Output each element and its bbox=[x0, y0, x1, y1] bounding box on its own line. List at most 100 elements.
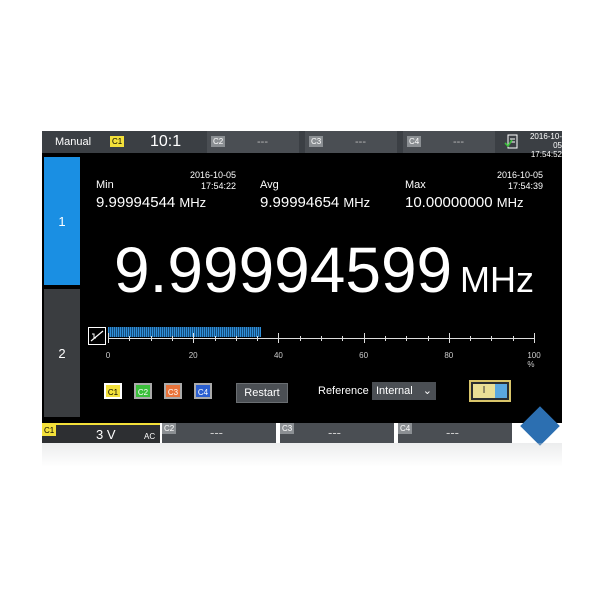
max-value-group: 10.00000000 MHz bbox=[405, 194, 523, 211]
channel3-scale: --- bbox=[328, 425, 341, 440]
channel3-tag: C3 bbox=[280, 423, 295, 434]
channel2-tag: C2 bbox=[162, 423, 177, 434]
min-value: 9.99994544 bbox=[96, 194, 176, 211]
max-time: 17:54:39 bbox=[507, 181, 543, 191]
min-timestamp: 2016-10-05 17:54:22 bbox=[190, 170, 236, 192]
tab-1[interactable]: 1 bbox=[44, 157, 80, 285]
progress-tick-label: 40 bbox=[273, 351, 283, 360]
toggle-on-indicator bbox=[495, 384, 507, 398]
channel3-badge: C3 bbox=[309, 136, 324, 147]
channel2-settings[interactable]: C2 --- bbox=[162, 423, 276, 443]
gate-progress-bar bbox=[108, 327, 262, 337]
chevron-down-icon: ⌄ bbox=[422, 385, 432, 397]
channel4-slot[interactable]: C4 --- bbox=[403, 131, 495, 153]
progress-minor-tick bbox=[235, 336, 237, 341]
tab-1-label: 1 bbox=[58, 213, 66, 229]
signal-icon bbox=[88, 327, 106, 345]
frequency-unit: MHz bbox=[460, 259, 534, 300]
system-clock: 2016-10-05 17:54:52 bbox=[522, 132, 562, 159]
channel2-select-button[interactable]: C2 bbox=[134, 383, 152, 399]
min-unit: MHz bbox=[179, 195, 207, 210]
progress-tick bbox=[534, 333, 535, 343]
progress-minor-tick bbox=[214, 336, 216, 341]
progress-minor-tick bbox=[406, 336, 408, 341]
channel4-select-button[interactable]: C4 bbox=[194, 383, 212, 399]
channel1-scale: 3 V bbox=[96, 427, 116, 442]
reference-value: Internal bbox=[376, 385, 413, 397]
channel4-tag: C4 bbox=[398, 423, 413, 434]
reference-label: Reference bbox=[318, 385, 369, 397]
oscilloscope-screen: Manual C1 10:1 C2 --- C3 --- C4 --- 2016… bbox=[42, 131, 562, 446]
channel1-settings[interactable]: C1 3 V AC bbox=[42, 423, 160, 443]
progress-tick-label: 80 bbox=[444, 351, 454, 360]
avg-unit: MHz bbox=[343, 195, 371, 210]
channel2-value: --- bbox=[257, 136, 268, 148]
progress-tick-label: 100 % bbox=[527, 351, 541, 369]
progress-minor-tick bbox=[491, 336, 493, 341]
channel1-badge[interactable]: C1 bbox=[110, 136, 125, 147]
tab-2-label: 2 bbox=[58, 345, 66, 361]
gate-progress-scale: 0 20 40 60 80 100 % bbox=[106, 327, 541, 369]
channel4-button-label: C4 bbox=[197, 388, 209, 397]
channel3-slot[interactable]: C3 --- bbox=[305, 131, 397, 153]
channel2-badge: C2 bbox=[211, 136, 226, 147]
max-measurement: Max 2016-10-05 17:54:39 10.00000000 MHz bbox=[405, 170, 543, 215]
progress-minor-tick bbox=[171, 336, 173, 341]
system-date: 2016-10-05 bbox=[529, 132, 562, 150]
max-value: 10.00000000 bbox=[405, 194, 493, 211]
screen-reflection bbox=[42, 443, 562, 467]
progress-minor-tick bbox=[470, 336, 472, 341]
avg-value: 9.99994654 bbox=[260, 194, 340, 211]
progress-tick bbox=[448, 333, 450, 343]
restart-button[interactable]: Restart bbox=[236, 383, 288, 403]
progress-minor-tick bbox=[321, 336, 322, 341]
channel2-button-label: C2 bbox=[137, 388, 149, 397]
channel3-select-button[interactable]: C3 bbox=[164, 383, 182, 399]
avg-value-group: 9.99994654 MHz bbox=[260, 194, 370, 211]
progress-tick bbox=[193, 333, 195, 343]
run-toggle[interactable]: I bbox=[469, 380, 511, 402]
progress-minor-tick bbox=[384, 336, 386, 341]
min-date: 2016-10-05 bbox=[189, 170, 236, 180]
document-icon[interactable] bbox=[504, 134, 520, 150]
channel3-settings[interactable]: C3 --- bbox=[280, 423, 394, 443]
toggle-knob: I bbox=[473, 384, 495, 398]
max-unit: MHz bbox=[496, 195, 524, 210]
progress-minor-tick bbox=[150, 336, 152, 341]
min-label: Min bbox=[96, 179, 114, 191]
channel2-scale: --- bbox=[210, 425, 223, 440]
channel2-slot[interactable]: C2 --- bbox=[207, 131, 299, 153]
max-date: 2016-10-05 bbox=[496, 170, 543, 180]
avg-label: Avg bbox=[260, 179, 279, 191]
channel4-badge: C4 bbox=[407, 136, 422, 147]
channel4-scale: --- bbox=[446, 425, 459, 440]
progress-minor-tick bbox=[342, 336, 344, 341]
channel4-value: --- bbox=[453, 136, 464, 148]
progress-tick bbox=[363, 333, 365, 343]
frequency-reading: 9.99994599 bbox=[114, 234, 453, 306]
max-label: Max bbox=[405, 179, 426, 191]
min-time: 17:54:22 bbox=[200, 181, 236, 191]
progress-minor-tick bbox=[512, 336, 514, 341]
progress-tick bbox=[278, 333, 280, 343]
system-time: 17:54:52 bbox=[530, 150, 562, 159]
progress-tick-label: 20 bbox=[188, 351, 198, 360]
progress-minor-tick bbox=[299, 336, 301, 341]
reference-select[interactable]: Internal ⌄ bbox=[372, 382, 436, 400]
channel1-probe-ratio[interactable]: 10:1 bbox=[150, 131, 181, 153]
progress-tick-label: 0 bbox=[105, 351, 111, 360]
progress-minor-tick bbox=[427, 336, 429, 341]
trigger-mode[interactable]: Manual bbox=[42, 131, 104, 153]
channel1-select-button[interactable]: C1 bbox=[104, 383, 122, 399]
avg-measurement: Avg 9.99994654 MHz bbox=[260, 179, 400, 215]
channel-settings-bar: C1 3 V AC C2 --- C3 --- C4 --- bbox=[42, 423, 562, 443]
channel3-button-label: C3 bbox=[167, 388, 179, 397]
tab-2[interactable]: 2 bbox=[44, 289, 80, 417]
channel1-tag: C1 bbox=[42, 425, 57, 436]
progress-minor-tick bbox=[257, 336, 259, 341]
channel4-settings[interactable]: C4 --- bbox=[398, 423, 512, 443]
progress-tick bbox=[108, 333, 109, 343]
min-value-group: 9.99994544 MHz bbox=[96, 194, 206, 211]
channel3-value: --- bbox=[355, 136, 366, 148]
top-status-bar: Manual C1 10:1 C2 --- C3 --- C4 --- 2016… bbox=[42, 131, 562, 159]
